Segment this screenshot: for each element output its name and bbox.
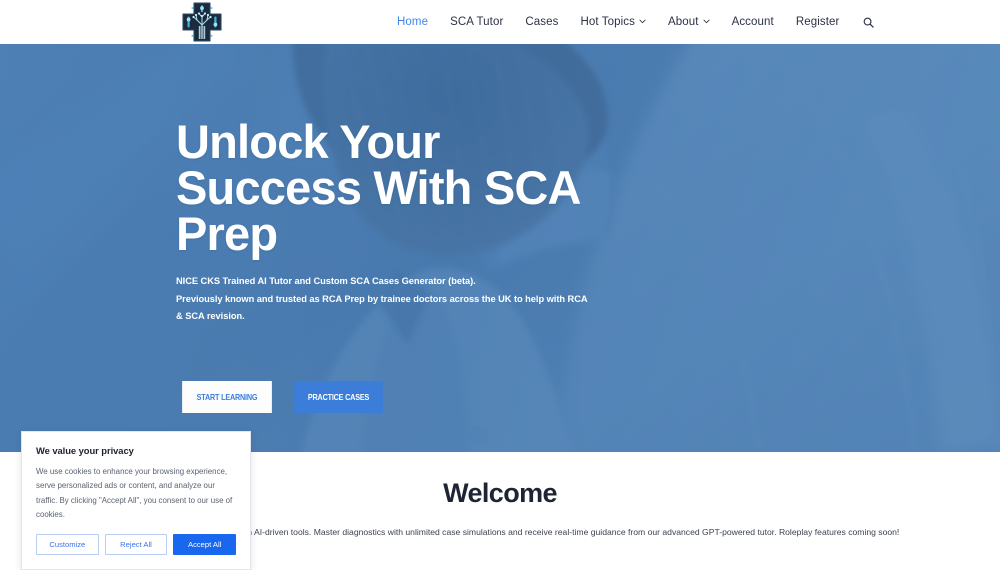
site-header: Home SCA Tutor Cases Hot Topics About Ac… <box>0 0 1000 44</box>
start-learning-button[interactable]: START LEARNING <box>182 381 272 413</box>
nav-item-register[interactable]: Register <box>785 0 851 44</box>
nav-label: Home <box>397 16 429 28</box>
hero-cta-group: START LEARNING PRACTICE CASES <box>176 381 389 413</box>
cookie-customize-button[interactable]: Customize <box>36 534 99 556</box>
nav-item-account[interactable]: Account <box>721 0 785 44</box>
nav-label: Cases <box>525 16 559 28</box>
nav-label: Register <box>795 16 840 28</box>
hero-subtitle: NICE CKS Trained AI Tutor and Custom SCA… <box>176 273 596 326</box>
nav-item-home[interactable]: Home <box>386 0 439 44</box>
cookie-accept-all-button[interactable]: Accept All <box>173 534 237 556</box>
chevron-down-icon <box>639 18 646 25</box>
cookie-dialog-title: We value your privacy <box>36 445 134 456</box>
nav-item-cases[interactable]: Cases <box>514 0 569 44</box>
cookie-button-group: Customize Reject All Accept All <box>36 534 237 556</box>
hero-subtitle-line-1: NICE CKS Trained AI Tutor and Custom SCA… <box>176 276 476 286</box>
cookie-reject-all-button[interactable]: Reject All <box>104 534 168 556</box>
site-logo[interactable] <box>179 1 225 43</box>
search-icon <box>864 17 875 28</box>
nav-label: About <box>668 16 699 28</box>
logo-icon <box>182 2 222 42</box>
chevron-down-icon <box>703 18 710 25</box>
primary-navigation: Home SCA Tutor Cases Hot Topics About Ac… <box>386 0 884 44</box>
cookie-consent-dialog: We value your privacy We use cookies to … <box>21 431 251 570</box>
nav-item-about[interactable]: About <box>657 0 721 44</box>
hero-title: Unlock Your Success With SCA Prep <box>176 115 580 260</box>
search-button[interactable] <box>850 17 884 28</box>
cookie-dialog-body: We use cookies to enhance your browsing … <box>36 467 233 519</box>
nav-label: SCA Tutor <box>450 16 504 28</box>
nav-item-hot-topics[interactable]: Hot Topics <box>570 0 657 44</box>
hero-section: Unlock Your Success With SCA Prep NICE C… <box>0 44 1000 452</box>
hero-content: Unlock Your Success With SCA Prep NICE C… <box>176 44 816 452</box>
nav-item-sca-tutor[interactable]: SCA Tutor <box>439 0 514 44</box>
nav-label: Hot Topics <box>580 16 635 28</box>
practice-cases-button[interactable]: PRACTICE CASES <box>294 381 383 413</box>
hero-subtitle-line-2: Previously known and trusted as RCA Prep… <box>176 293 588 322</box>
nav-label: Account <box>731 16 774 28</box>
